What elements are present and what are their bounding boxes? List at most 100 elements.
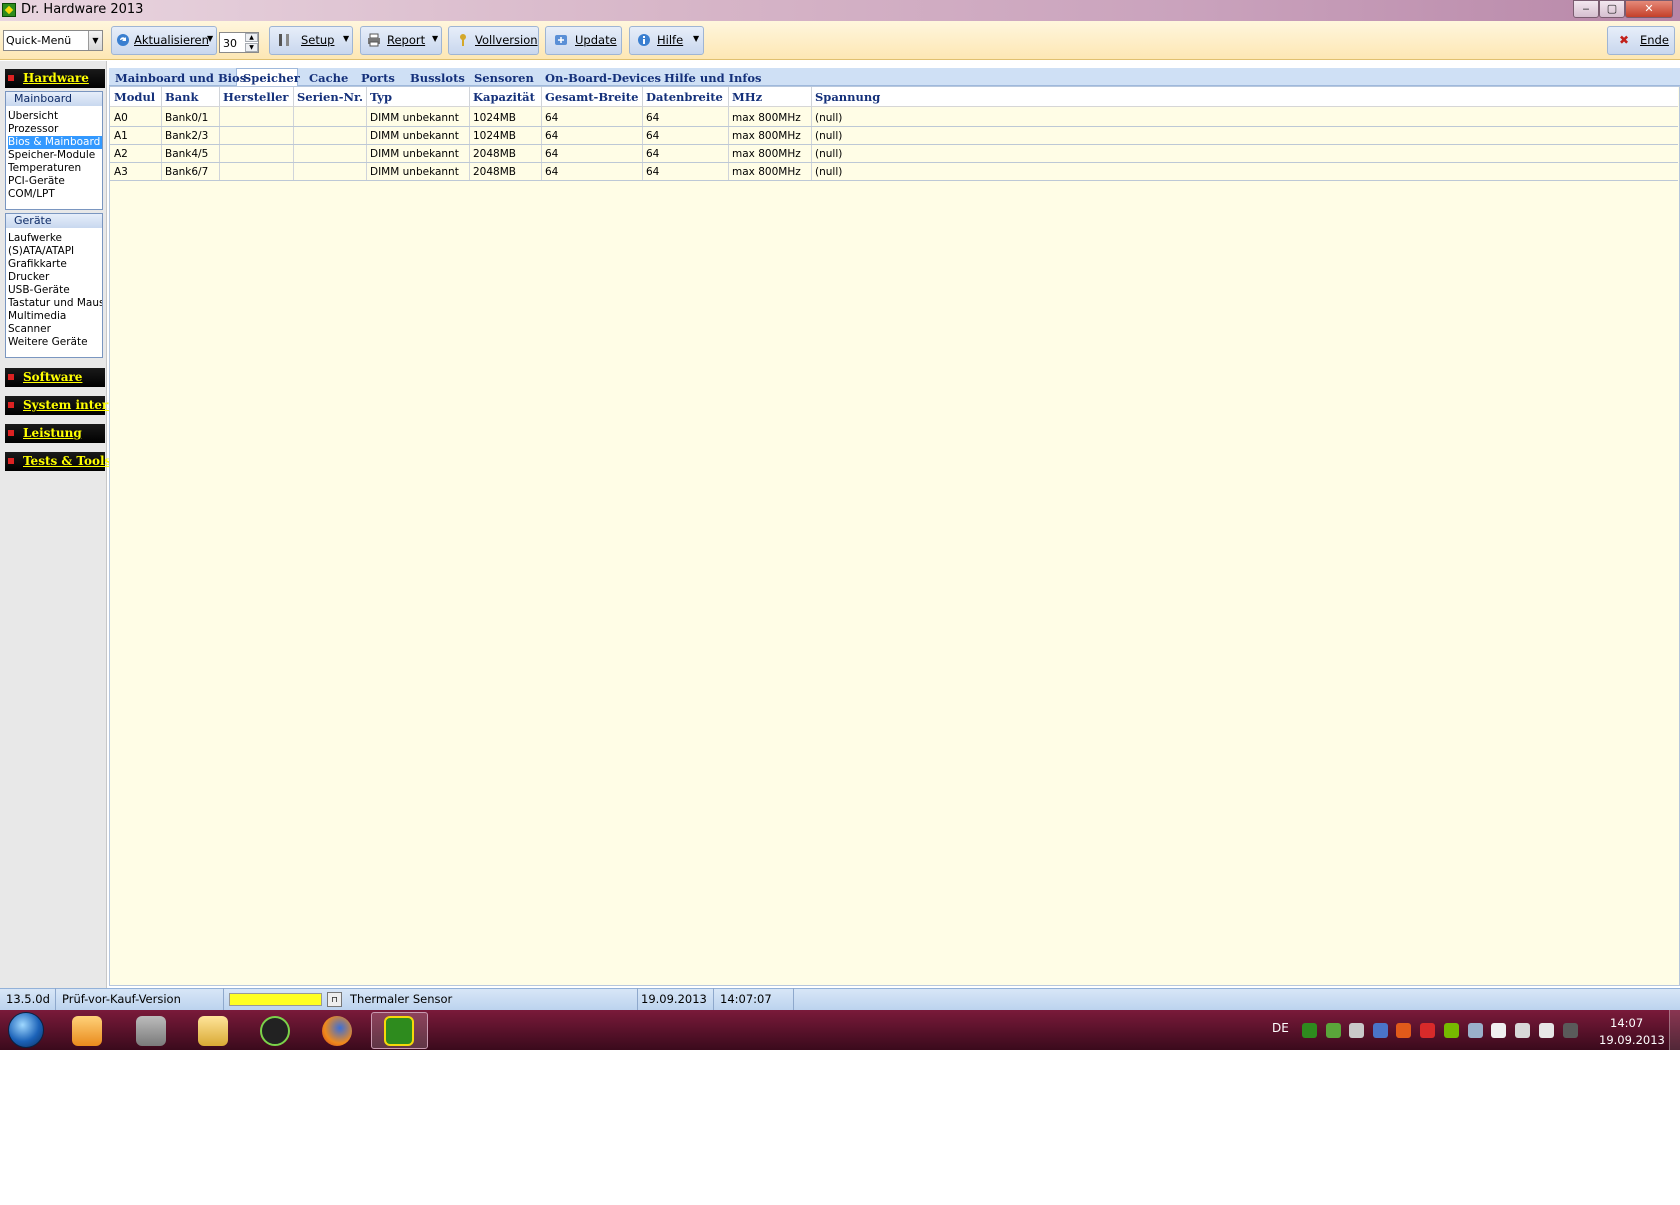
column-header[interactable]: Gesamt-Breite (545, 90, 638, 104)
table-cell: Bank2/3 (165, 130, 209, 142)
tab[interactable]: Cache (309, 71, 348, 85)
table-cell: 64 (646, 148, 660, 160)
sidebar-item[interactable]: Übersicht (8, 110, 102, 123)
table-cell: max 800MHz (732, 130, 801, 142)
tray-vlc-icon[interactable] (1396, 1023, 1411, 1038)
column-header[interactable]: MHz (732, 90, 762, 104)
chevron-down-icon[interactable]: ▼ (343, 34, 349, 43)
column-header[interactable]: Kapazität (473, 90, 535, 104)
table-cell: 1024MB (473, 130, 516, 142)
chevron-down-icon[interactable]: ▼ (207, 34, 213, 43)
column-header[interactable]: Hersteller (223, 90, 288, 104)
info-icon (638, 34, 650, 46)
tab[interactable]: Speicher (243, 71, 300, 85)
update-label: Update (575, 33, 617, 47)
refresh-label: Aktualisieren (134, 33, 209, 47)
sidebar-item[interactable]: Drucker (8, 271, 102, 284)
explorer-icon[interactable] (198, 1016, 228, 1046)
section-system-intern-label: System intern (23, 398, 117, 412)
column-header[interactable]: Modul (114, 90, 155, 104)
tray-display-icon[interactable] (1373, 1023, 1388, 1038)
tray-sync-icon[interactable] (1349, 1023, 1364, 1038)
sidebar-item[interactable]: Laufwerke (8, 232, 102, 245)
table-row[interactable] (110, 109, 1678, 127)
sidebar-item[interactable]: COM/LPT (8, 188, 102, 201)
column-header[interactable]: Datenbreite (646, 90, 723, 104)
close-button[interactable]: ✕ (1625, 0, 1673, 18)
tray-network-icon[interactable] (1326, 1023, 1341, 1038)
table-cell: 64 (646, 166, 660, 178)
volume-icon[interactable] (1539, 1023, 1554, 1038)
column-header[interactable]: Spannung (815, 90, 880, 104)
clock-time[interactable]: 14:07 (1610, 1016, 1643, 1030)
clock-date[interactable]: 19.09.2013 (1599, 1033, 1665, 1047)
chevron-down-icon[interactable]: ▼ (88, 31, 102, 50)
tab[interactable]: Sensoren (474, 71, 534, 85)
sidebar-item[interactable]: Speicher-Module (8, 149, 102, 162)
sidebar-item[interactable]: (S)ATA/ATAPI (8, 245, 102, 258)
column-header[interactable]: Typ (370, 90, 392, 104)
devices-group-title: Geräte (6, 214, 102, 228)
tray-settings-icon[interactable] (1468, 1023, 1483, 1038)
table-cell: Bank6/7 (165, 166, 209, 178)
sidebar-item[interactable]: Temperaturen (8, 162, 102, 175)
table-row[interactable] (110, 163, 1678, 181)
table-cell: DIMM unbekannt (370, 130, 459, 142)
dr-hardware-icon[interactable] (384, 1016, 414, 1046)
table-cell: A0 (114, 112, 128, 124)
section-software-label: Software (23, 370, 83, 384)
arrow-icon (8, 374, 14, 380)
maximize-button[interactable]: ▢ (1599, 0, 1625, 18)
spotify-icon[interactable] (260, 1016, 290, 1046)
stepper-down-button[interactable]: ▼ (245, 43, 258, 52)
sidebar-item[interactable]: Tastatur und Maus (8, 297, 102, 310)
sidebar-item[interactable]: Weitere Geräte (8, 336, 102, 349)
tray-antivirus-icon[interactable] (1420, 1023, 1435, 1038)
lock-icon[interactable]: ⊓ (327, 992, 342, 1007)
stepper-up-button[interactable]: ▲ (245, 33, 258, 42)
app-icon (2, 3, 16, 17)
minimize-button[interactable]: ‒ (1573, 0, 1599, 18)
media-player-icon[interactable] (72, 1016, 102, 1046)
title-bar (0, 0, 1680, 21)
sidebar-item[interactable]: Scanner (8, 323, 102, 336)
tray-monitor-icon[interactable] (1563, 1023, 1578, 1038)
table-cell: (null) (815, 166, 843, 178)
language-indicator[interactable]: DE (1272, 1021, 1289, 1035)
java-icon[interactable] (136, 1016, 166, 1046)
sidebar-item[interactable]: USB-Geräte (8, 284, 102, 297)
chevron-down-icon[interactable]: ▼ (432, 34, 438, 43)
tab[interactable]: On-Board-Devices (545, 71, 661, 85)
tray-nvidia-icon[interactable] (1444, 1023, 1459, 1038)
sidebar-item[interactable]: Multimedia (8, 310, 102, 323)
column-header[interactable]: Serien-Nr. (297, 90, 363, 104)
status-version: 13.5.0d (0, 988, 56, 1010)
table-cell: DIMM unbekannt (370, 148, 459, 160)
sidebar-item[interactable]: Prozessor (8, 123, 102, 136)
refresh-interval-value: 30 (223, 37, 237, 50)
refresh-icon (117, 34, 129, 46)
tray-flag-icon[interactable] (1491, 1023, 1506, 1038)
table-cell: Bank0/1 (165, 112, 209, 124)
tools-icon (279, 34, 289, 46)
printer-icon (368, 33, 380, 47)
table-row[interactable] (110, 145, 1678, 163)
start-button[interactable] (8, 1012, 44, 1048)
chevron-down-icon[interactable]: ▼ (693, 34, 699, 43)
table-cell: 2048MB (473, 148, 516, 160)
tab[interactable]: Busslots (410, 71, 465, 85)
tray-drhardware-icon[interactable] (1302, 1023, 1317, 1038)
column-header[interactable]: Bank (165, 90, 199, 104)
tab[interactable]: Mainboard und Bios (115, 71, 246, 85)
sidebar-item[interactable]: PCI-Geräte (8, 175, 102, 188)
sidebar-item[interactable]: Grafikkarte (8, 258, 102, 271)
table-row[interactable] (110, 127, 1678, 145)
tab[interactable]: Ports (361, 71, 395, 85)
tray-connection-icon[interactable] (1515, 1023, 1530, 1038)
arrow-icon (8, 402, 14, 408)
firefox-icon[interactable] (322, 1016, 352, 1046)
section-tests-tools-label: Tests & Tools (23, 454, 112, 468)
tab[interactable]: Hilfe und Infos (664, 71, 761, 85)
sidebar-item[interactable]: Bios & Mainboard (8, 136, 102, 149)
show-desktop-button[interactable] (1669, 1010, 1680, 1050)
